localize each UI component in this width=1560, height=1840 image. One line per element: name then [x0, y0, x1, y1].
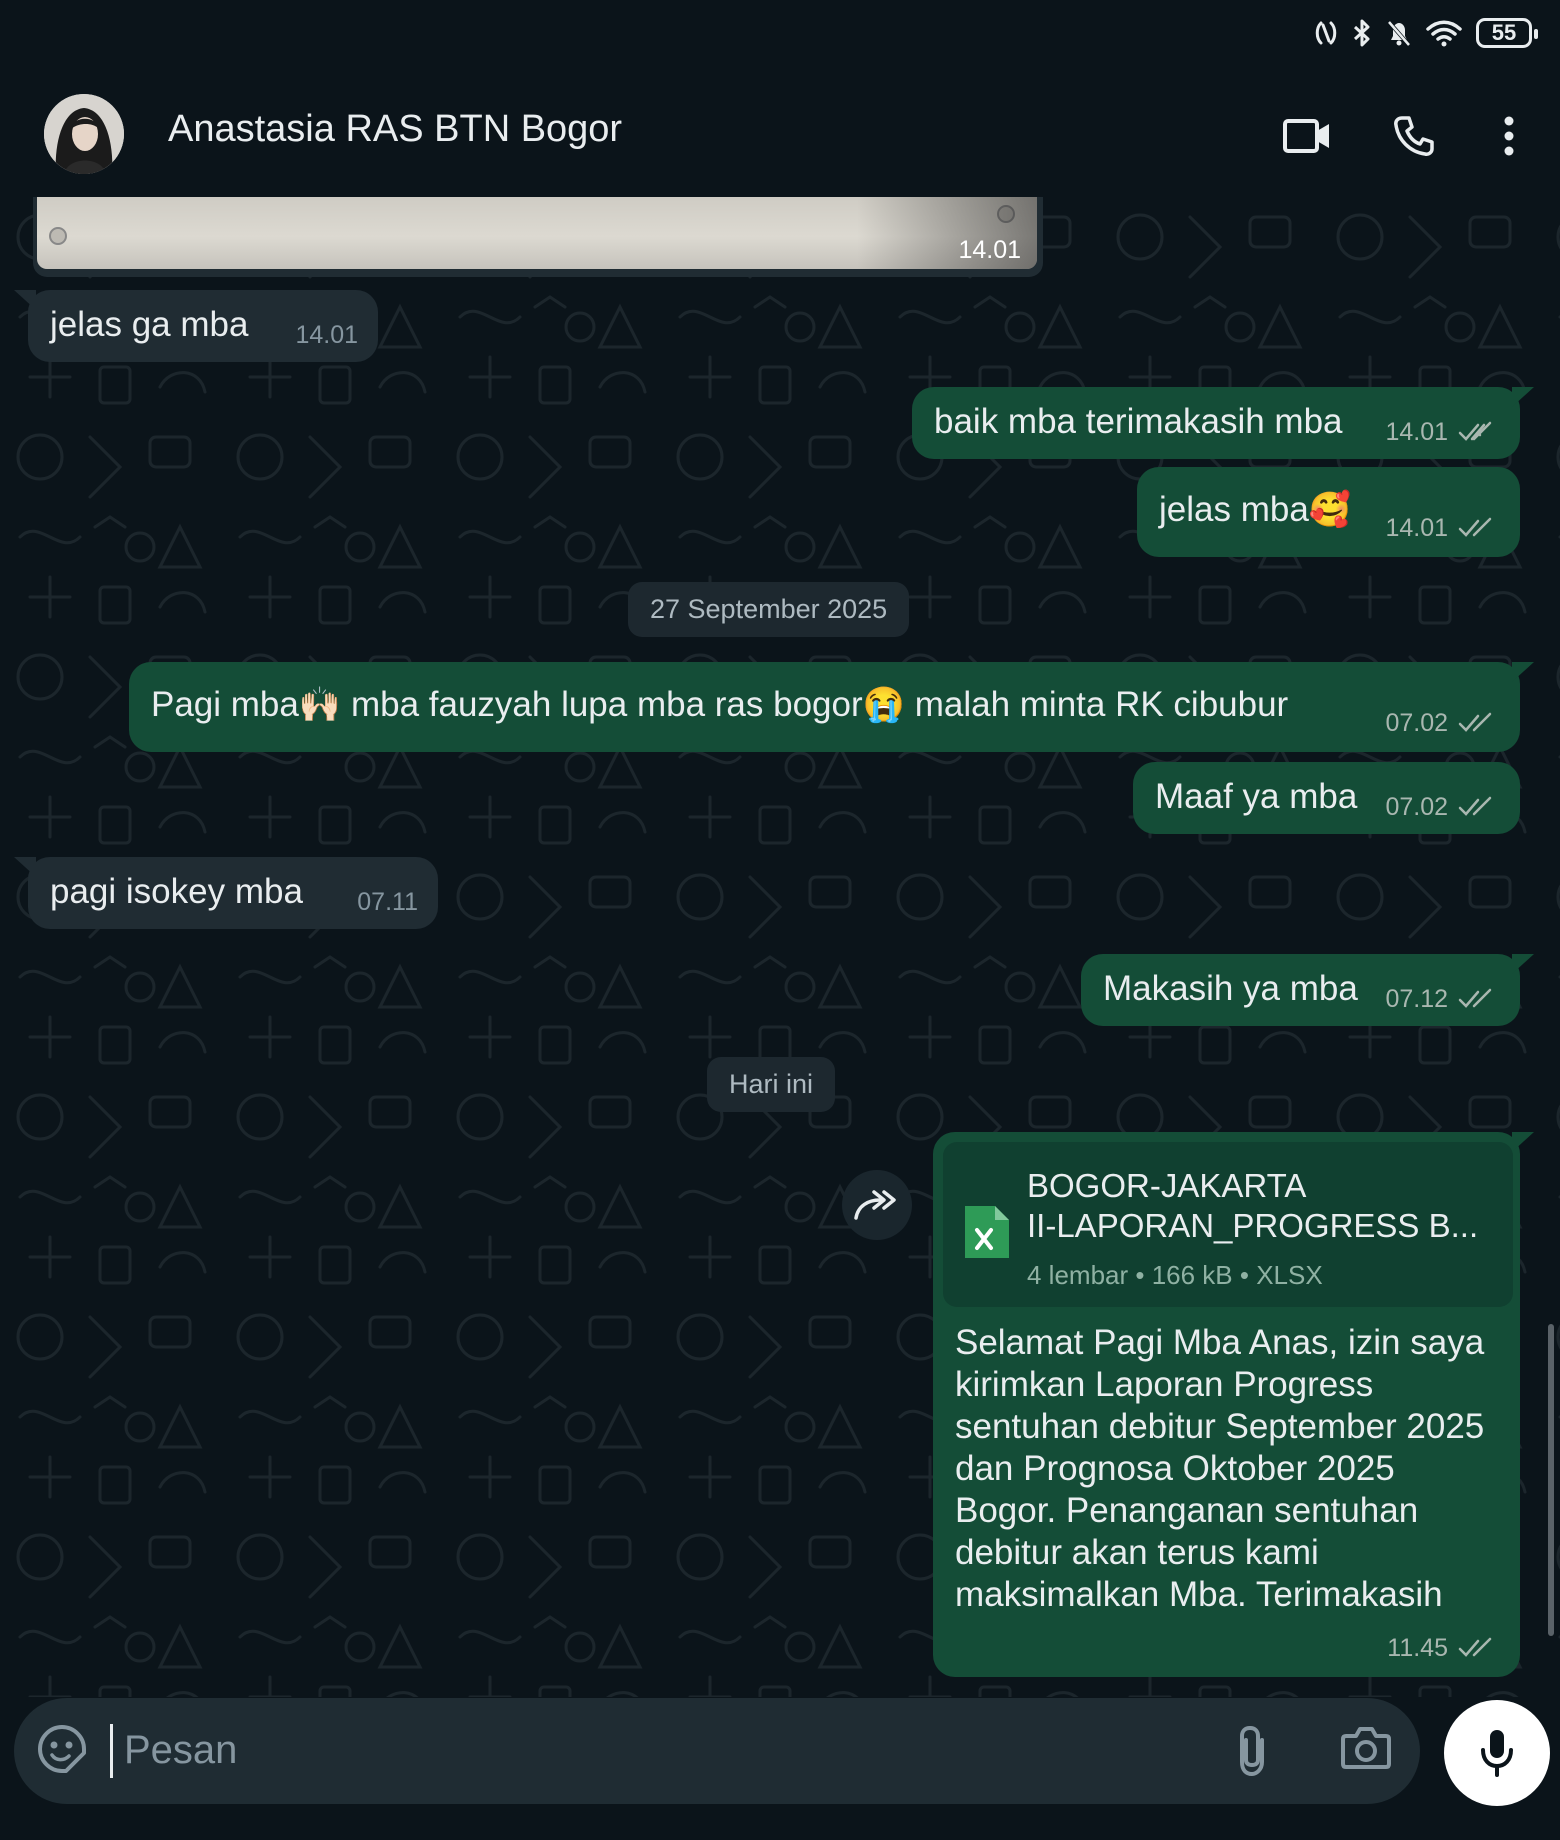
scrollbar[interactable] — [1548, 1324, 1554, 1636]
message-text: jelas mba🥰 — [1159, 489, 1351, 531]
message-time: 07.12 — [1385, 985, 1448, 1013]
message-text-part: mba fauzyah lupa mba ras bogor — [341, 685, 863, 724]
microphone-icon — [1481, 1730, 1513, 1777]
outgoing-message[interactable]: baik mba terimakasih mba 14.01 — [912, 387, 1534, 459]
image-thumbnail[interactable] — [37, 197, 1037, 269]
outgoing-message[interactable]: Makasih ya mba 07.12 — [1081, 954, 1534, 1026]
message-time: 14.01 — [1385, 514, 1448, 542]
paperclip-icon — [1240, 1725, 1264, 1777]
voice-call-button[interactable] — [1386, 108, 1442, 164]
bluetooth-icon — [1353, 19, 1370, 47]
chat-header: Anastasia RAS BTN Bogor — [0, 72, 1560, 197]
image-detail — [997, 205, 1015, 223]
document-title: BOGOR-JAKARTA II-LAPORAN_PROGRESS B... — [1027, 1166, 1487, 1246]
message-time: 07.02 — [1385, 709, 1448, 737]
message-text-part: Pagi mba — [151, 685, 299, 724]
camera-button[interactable] — [1340, 1724, 1392, 1775]
incoming-message[interactable]: jelas ga mba 14.01 — [14, 290, 378, 362]
bubble-tail — [1512, 662, 1534, 682]
emoji: 😭 — [862, 686, 905, 724]
outgoing-message[interactable]: jelas mba🥰 14.01 — [1137, 467, 1520, 557]
more-options-icon — [1504, 116, 1514, 156]
battery-icon: 55 — [1476, 18, 1538, 48]
contact-name[interactable]: Anastasia RAS BTN Bogor — [168, 108, 622, 151]
attach-button[interactable] — [1232, 1722, 1272, 1783]
message-time: 07.11 — [357, 888, 418, 916]
sticker-emoji-icon — [38, 1725, 86, 1773]
forward-icon — [854, 1190, 896, 1220]
read-receipt-icon — [1458, 1637, 1492, 1657]
image-message[interactable]: 14.01 — [33, 197, 1043, 277]
read-receipt-icon — [1458, 712, 1492, 732]
xlsx-icon — [965, 1206, 1009, 1258]
wifi-icon — [1426, 20, 1462, 47]
message-text: pagi isokey mba — [50, 872, 303, 911]
bubble-tail — [1512, 387, 1534, 407]
forward-button[interactable] — [842, 1170, 912, 1240]
message-input-bar: Pesan — [14, 1698, 1420, 1804]
date-divider: Hari ini — [707, 1057, 836, 1112]
chat-area[interactable]: 14.01 jelas ga mba 14.01 baik mba terima… — [0, 197, 1560, 1697]
message-text: Maaf ya mba — [1155, 777, 1358, 816]
message-text: Pagi mba🙌🏻 mba fauzyah lupa mba ras bogo… — [151, 684, 1288, 726]
message-text: baik mba terimakasih mba — [934, 402, 1343, 441]
bubble-tail — [1512, 954, 1534, 974]
emoji: 🥰 — [1308, 491, 1352, 529]
emoji-button[interactable] — [36, 1723, 88, 1780]
bell-off-icon — [1387, 20, 1411, 47]
bubble-tail — [14, 290, 36, 310]
document-message[interactable]: BOGOR-JAKARTA II-LAPORAN_PROGRESS B... 4… — [933, 1132, 1534, 1677]
incoming-message[interactable]: pagi isokey mba 07.11 — [14, 857, 438, 929]
message-time: 14.01 — [958, 236, 1021, 264]
document-title-line: BOGOR-JAKARTA — [1027, 1167, 1307, 1204]
nfc-icon — [1315, 21, 1337, 45]
date-divider: 27 September 2025 — [628, 582, 910, 637]
outgoing-message[interactable]: Maaf ya mba 07.02 — [1133, 762, 1520, 834]
read-receipt-icon — [1458, 421, 1492, 441]
video-call-icon — [1283, 119, 1329, 153]
avatar[interactable] — [44, 94, 124, 174]
status-bar: 55 — [0, 0, 1560, 72]
message-text: Makasih ya mba — [1103, 969, 1358, 1008]
read-receipt-icon — [1458, 796, 1492, 816]
voice-message-button[interactable] — [1444, 1700, 1550, 1806]
bubble-tail — [1512, 1132, 1534, 1152]
message-text: jelas ga mba — [50, 305, 249, 344]
read-receipt-icon — [1458, 988, 1492, 1008]
message-time: 07.02 — [1385, 793, 1448, 821]
message-input[interactable]: Pesan — [124, 1728, 237, 1773]
message-text-part: malah minta RK cibubur — [904, 685, 1289, 724]
emoji: 🙌🏻 — [298, 686, 342, 724]
camera-icon — [1341, 1727, 1391, 1769]
document-card[interactable]: BOGOR-JAKARTA II-LAPORAN_PROGRESS B... 4… — [943, 1142, 1513, 1307]
video-call-button[interactable] — [1279, 108, 1335, 164]
message-time: 11.45 — [1387, 1634, 1448, 1662]
read-receipt-icon — [1458, 517, 1492, 537]
document-title-line: II-LAPORAN_PROGRESS B... — [1027, 1207, 1479, 1244]
outgoing-message[interactable]: Pagi mba🙌🏻 mba fauzyah lupa mba ras bogo… — [129, 662, 1534, 752]
voice-call-icon — [1394, 116, 1434, 156]
battery-level: 55 — [1491, 20, 1517, 45]
document-meta: 4 lembar • 166 kB • XLSX — [1027, 1260, 1323, 1290]
text-cursor — [110, 1724, 113, 1778]
message-caption: Selamat Pagi Mba Anas, izin saya kirimka… — [955, 1323, 1485, 1614]
bubble-tail — [14, 857, 36, 877]
message-time: 14.01 — [1385, 418, 1448, 446]
more-options-button[interactable] — [1481, 108, 1537, 164]
image-detail — [49, 227, 67, 245]
message-time: 14.01 — [295, 321, 358, 349]
message-text-part: jelas mba — [1159, 490, 1309, 529]
